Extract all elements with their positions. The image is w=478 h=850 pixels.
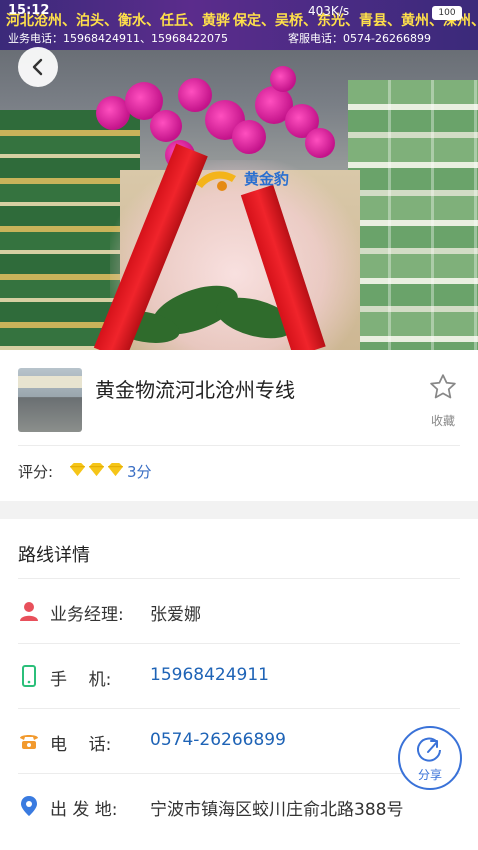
orchid-flower	[232, 120, 266, 154]
manager-label: 业务经理:	[50, 605, 124, 625]
hero-photo: 黄金豹 河北沧州、泊头、衡水、任丘、黄骅 保定、吴桥、东光、青县、黄州、深州、沧…	[0, 0, 478, 350]
orchid-flower	[270, 66, 296, 92]
banner-service-phone: 客服电话：0574-26266899	[288, 32, 431, 45]
route-details: 路线详情 业务经理: 张爱娜 手 机: 15968424911 电 话: 057…	[0, 519, 478, 850]
phone-row[interactable]: 电 话: 0574-26266899	[18, 708, 460, 773]
origin-address: 宁波市镇海区蛟川庄俞北路388号	[150, 800, 404, 820]
status-network: 403K/s	[308, 4, 350, 18]
battery-icon: 100	[432, 6, 462, 20]
share-label: 分享	[417, 768, 442, 782]
company-thumbnail	[18, 368, 82, 432]
diamond-icon	[108, 462, 123, 477]
location-pin-icon	[21, 796, 37, 816]
phone-number-link[interactable]: 0574-26266899	[150, 730, 286, 750]
diamond-icon	[70, 462, 85, 477]
rating-gems	[69, 462, 124, 477]
mobile-phone-icon	[22, 665, 36, 687]
phone-label: 电 话:	[50, 735, 112, 755]
star-icon	[430, 374, 456, 399]
favorite-button[interactable]: 收藏	[425, 372, 461, 429]
section-title: 路线详情	[18, 545, 90, 566]
company-name: 黄金物流河北沧州专线	[95, 378, 295, 402]
person-icon	[20, 602, 38, 621]
divider	[18, 445, 460, 446]
favorite-label: 收藏	[430, 414, 455, 428]
orchid-flower	[150, 110, 182, 142]
share-button[interactable]: 分享	[398, 726, 462, 790]
shelf-right	[348, 80, 478, 350]
company-logo: 黄金豹	[196, 170, 289, 191]
manager-value: 张爱娜	[150, 605, 201, 625]
diamond-icon	[89, 462, 104, 477]
svg-text:黄金豹: 黄金豹	[244, 170, 289, 188]
banner-business-phone: 业务电话：15968424911、15968422075	[8, 32, 228, 45]
origin-row: 出 发 地: 宁波市镇海区蛟川庄俞北路388号	[18, 773, 460, 838]
mobile-label: 手 机:	[50, 670, 112, 690]
company-card: 黄金物流河北沧州专线 收藏 评分: 3分	[0, 350, 478, 501]
rating-score: 3分	[127, 463, 152, 481]
manager-row: 业务经理: 张爱娜	[18, 578, 460, 643]
back-button[interactable]	[18, 47, 58, 87]
origin-label: 出 发 地:	[50, 800, 118, 820]
promo-banner: 河北沧州、泊头、衡水、任丘、黄骅 保定、吴桥、东光、青县、黄州、深州、沧 业务电…	[0, 0, 478, 50]
status-time: 15:12	[8, 3, 50, 18]
mobile-number-link[interactable]: 15968424911	[150, 665, 269, 685]
chevron-left-icon	[32, 58, 43, 76]
orchid-flower	[305, 128, 335, 158]
rating-label: 评分:	[18, 463, 54, 481]
telephone-icon	[20, 735, 38, 749]
orchid-flower	[178, 78, 212, 112]
route-detail-page: 黄金豹 河北沧州、泊头、衡水、任丘、黄骅 保定、吴桥、东光、青县、黄州、深州、沧…	[0, 0, 478, 850]
mobile-row[interactable]: 手 机: 15968424911	[18, 643, 460, 708]
share-icon	[417, 737, 441, 762]
